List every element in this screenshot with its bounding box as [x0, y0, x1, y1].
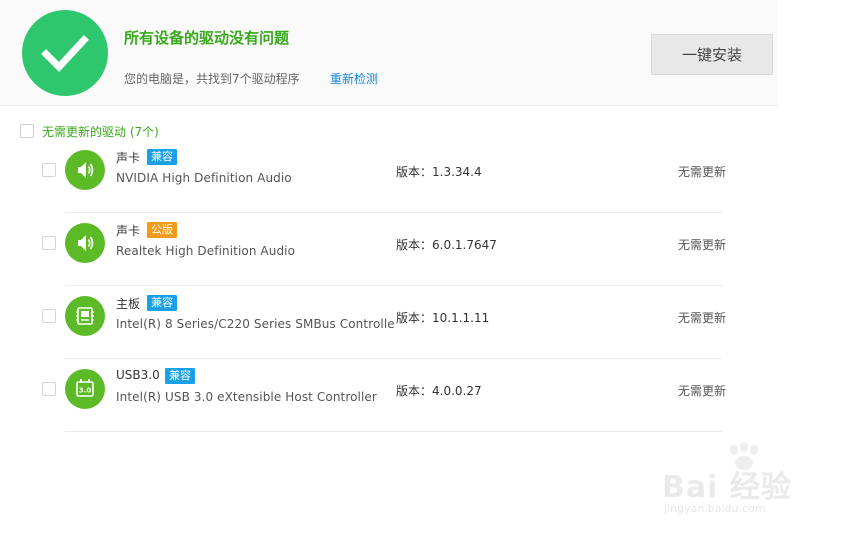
driver-status: 无需更新 [678, 384, 727, 398]
driver-version: 版本：4.0.0.27 [396, 384, 482, 398]
speaker-icon [65, 150, 105, 190]
status-subtitle: 您的电脑是，共找到7个驱动程序 [124, 72, 300, 86]
group-checkbox[interactable] [20, 124, 34, 138]
usb-icon-label: 3.0 [79, 387, 92, 395]
driver-status: 无需更新 [678, 165, 727, 179]
driver-checkbox[interactable] [42, 309, 56, 323]
driver-badge: 兼容 [147, 149, 177, 165]
driver-device-name: NVIDIA High Definition Audio [116, 171, 292, 185]
driver-checkbox[interactable] [42, 236, 56, 250]
driver-checkbox[interactable] [42, 163, 56, 177]
driver-badge: 兼容 [147, 295, 177, 311]
motherboard-icon [65, 296, 105, 336]
group-label: 无需更新的驱动 (7个) [42, 125, 159, 139]
driver-version: 版本：1.3.34.4 [396, 165, 482, 179]
driver-status: 无需更新 [678, 311, 727, 325]
driver-version: 版本：10.1.1.11 [396, 311, 490, 325]
driver-category: USB3.0 [116, 368, 160, 382]
driver-badge: 兼容 [165, 368, 195, 384]
driver-row: 主板 兼容 Intel(R) 8 Series/C220 Series SMBu… [0, 286, 760, 359]
driver-version: 版本：6.0.1.7647 [396, 238, 497, 252]
row-divider [65, 431, 722, 432]
driver-category: 主板 [116, 297, 141, 311]
driver-device-name: Intel(R) USB 3.0 eXtensible Host Control… [116, 390, 377, 404]
usb-icon: 3.0 [65, 369, 105, 409]
rescan-link[interactable]: 重新检测 [330, 70, 378, 87]
status-header: 所有设备的驱动没有问题 您的电脑是，共找到7个驱动程序 重新检测 一键安装 [0, 0, 778, 106]
driver-badge: 公版 [147, 222, 177, 238]
baidu-watermark: Bai 经验 jingyan.baidu.com [662, 440, 832, 526]
checkmark-icon [22, 10, 108, 96]
driver-status: 无需更新 [678, 238, 727, 252]
watermark-text: Bai 经验 [662, 470, 792, 505]
driver-checkbox[interactable] [42, 382, 56, 396]
watermark-url: jingyan.baidu.com [664, 502, 766, 515]
driver-category: 声卡 [116, 151, 141, 165]
status-title: 所有设备的驱动没有问题 [124, 29, 290, 47]
driver-device-name: Realtek High Definition Audio [116, 244, 296, 258]
driver-row: 3.0 USB3.0 兼容 Intel(R) USB 3.0 eXtensibl… [0, 359, 760, 432]
one-click-install-button[interactable]: 一键安装 [651, 34, 773, 75]
driver-device-name: Intel(R) 8 Series/C220 Series SMBus Cont… [116, 317, 395, 331]
speaker-icon [65, 223, 105, 263]
driver-row: 声卡 兼容 NVIDIA High Definition Audio 版本：1.… [0, 140, 760, 213]
driver-category: 声卡 [116, 224, 141, 238]
driver-row: 声卡 公版 Realtek High Definition Audio 版本：6… [0, 213, 760, 286]
